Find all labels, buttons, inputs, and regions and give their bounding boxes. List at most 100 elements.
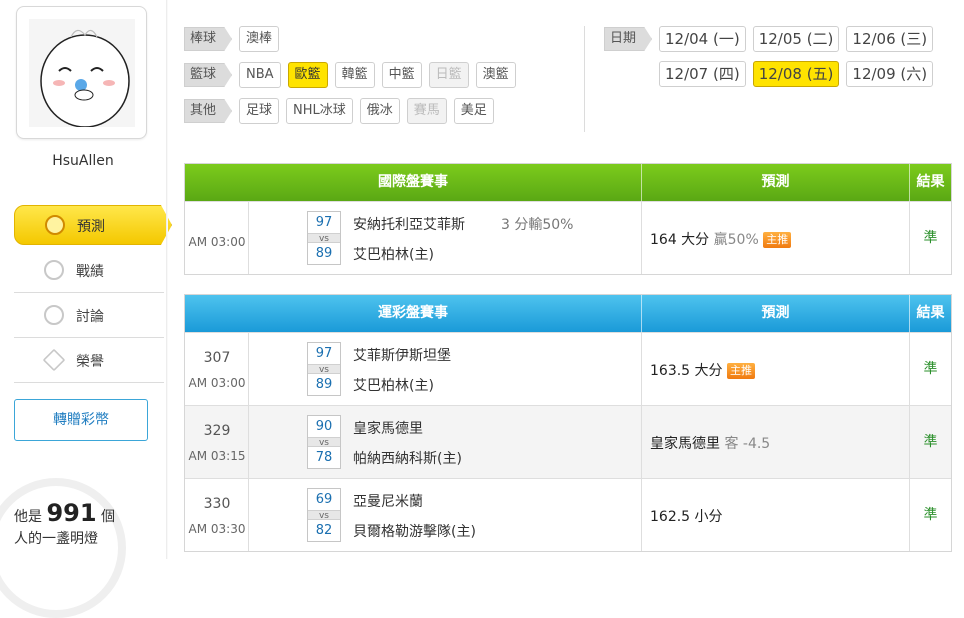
game-time: AM 03:00 [188, 376, 246, 390]
prediction-main: 163.5 大分 [650, 363, 723, 379]
filter-option[interactable]: 俄冰 [359, 98, 400, 124]
prediction-sub: 客 -4.5 [724, 436, 771, 452]
score-away: 97 [315, 215, 333, 230]
date-option[interactable]: 12/04 (一) [659, 26, 746, 52]
score-box: 69 vs 82 [307, 488, 341, 542]
filter-option[interactable]: NHL冰球 [286, 98, 353, 124]
filter-option[interactable]: 足球 [239, 98, 280, 124]
filter-option[interactable]: 澳籃 [475, 62, 516, 88]
table-header: 國際盤賽事 預測 結果 [185, 164, 951, 201]
filter-row-basketball: 籃球 NBA 歐籃 韓籃 中籃 日籃 澳籃 [184, 62, 516, 88]
prediction-sub: 贏50% [713, 232, 759, 248]
game-time: AM 03:30 [188, 522, 246, 536]
header-prediction: 預測 [642, 164, 910, 201]
filter-option[interactable]: 韓籃 [334, 62, 375, 88]
prediction-cell: 163.5 大分 主推 [642, 333, 910, 405]
nav-item-honor[interactable]: 榮譽 [14, 338, 164, 383]
nav-item-predict[interactable]: 預測 [14, 205, 172, 245]
nav-item-record[interactable]: 戰績 [14, 248, 164, 293]
lamp-text: 他是 991 個 人的一盞明燈 [14, 501, 116, 550]
prediction-cell: 162.5 小分 [642, 479, 910, 551]
table-row[interactable]: 330 AM 03:30 69 vs 82 亞曼尼米蘭 貝爾格勒游擊隊(主) 1… [185, 478, 951, 551]
game-number: 329 [203, 423, 231, 439]
prediction-cell: 皇家馬德里 客 -4.5 [642, 406, 910, 478]
filter-row-other: 其他 足球 NHL冰球 俄冰 賽馬 美足 [184, 98, 494, 124]
prediction-main: 162.5 小分 [650, 509, 723, 525]
category-label: 籃球 [184, 63, 232, 87]
star-icon [42, 348, 66, 372]
team-home[interactable]: 貝爾格勒游擊隊(主) [353, 521, 476, 541]
team-home[interactable]: 帕納西納科斯(主) [353, 448, 462, 468]
team-home[interactable]: 艾巴柏林(主) [353, 375, 434, 395]
team-away[interactable]: 亞曼尼米蘭 [353, 491, 423, 511]
main-pick-badge: 主推 [726, 363, 755, 379]
result-cell: 準 [923, 230, 938, 246]
date-row-1: 日期 12/04 (一) 12/05 (二) 12/06 (三) [604, 26, 934, 52]
filter-option-disabled: 賽馬 [406, 98, 447, 124]
time-cell: 330 AM 03:30 [185, 479, 249, 551]
time-cell: AM 03:00 [185, 202, 249, 274]
team-home[interactable]: 艾巴柏林(主) [353, 244, 434, 264]
lamp-prefix: 他是 [14, 509, 42, 525]
category-label: 其他 [184, 99, 232, 123]
vs-label: vs [308, 437, 340, 448]
team-away[interactable]: 艾菲斯伊斯坦堡 [353, 345, 451, 365]
date-option[interactable]: 12/07 (四) [659, 61, 746, 87]
score-box: 97 vs 89 [307, 211, 341, 265]
table-row[interactable]: AM 03:00 97 vs 89 安納托利亞艾菲斯 艾巴柏林(主) 3 分輸5… [185, 201, 951, 274]
header-result: 結果 [916, 305, 945, 321]
header-event: 國際盤賽事 [185, 164, 642, 201]
score-home: 78 [315, 450, 333, 465]
header-result: 結果 [916, 174, 945, 190]
prediction-main: 164 大分 [650, 232, 710, 248]
result-cell: 準 [923, 507, 938, 523]
time-cell: 307 AM 03:00 [185, 333, 249, 405]
prediction-main: 皇家馬德里 [650, 436, 720, 452]
date-option-selected[interactable]: 12/08 (五) [752, 61, 840, 87]
date-label: 日期 [604, 27, 652, 51]
avatar[interactable] [16, 6, 147, 139]
filter-area: 棒球 澳棒 籃球 NBA 歐籃 韓籃 中籃 日籃 澳籃 其他 足球 NHL冰球 … [184, 14, 964, 134]
score-home: 82 [315, 523, 333, 538]
table-row[interactable]: 329 AM 03:15 90 vs 78 皇家馬德里 帕納西納科斯(主) 皇家… [185, 405, 951, 478]
lottery-odds-table: 運彩盤賽事 預測 結果 307 AM 03:00 97 vs 89 艾菲斯伊斯坦… [184, 294, 952, 552]
result-cell: 準 [923, 434, 938, 450]
filter-option-disabled: 日籃 [428, 62, 469, 88]
table-row[interactable]: 307 AM 03:00 97 vs 89 艾菲斯伊斯坦堡 艾巴柏林(主) 16… [185, 332, 951, 405]
header-event: 運彩盤賽事 [185, 295, 642, 332]
filter-option[interactable]: NBA [239, 62, 281, 88]
gift-coin-button[interactable]: 轉贈彩幣 [14, 399, 148, 441]
match-cell: 90 vs 78 皇家馬德里 帕納西納科斯(主) [249, 406, 642, 478]
score-away: 69 [315, 492, 333, 507]
score-box: 97 vs 89 [307, 342, 341, 396]
main-pick-badge: 主推 [763, 232, 792, 248]
date-option[interactable]: 12/06 (三) [846, 26, 934, 52]
table-header: 運彩盤賽事 預測 結果 [185, 295, 951, 332]
team-away[interactable]: 安納托利亞艾菲斯 [353, 214, 465, 234]
lamp-suffix: 個 [101, 509, 116, 525]
score-home: 89 [315, 377, 333, 392]
vs-label: vs [308, 510, 340, 521]
match-cell: 97 vs 89 艾菲斯伊斯坦堡 艾巴柏林(主) [249, 333, 642, 405]
date-option[interactable]: 12/09 (六) [846, 61, 934, 87]
filter-row-baseball: 棒球 澳棒 [184, 26, 280, 52]
filter-option[interactable]: 美足 [453, 98, 494, 124]
score-home: 89 [315, 246, 333, 261]
avatar-image [29, 19, 135, 127]
filter-option-selected[interactable]: 歐籃 [287, 62, 328, 88]
vs-label: vs [308, 233, 340, 244]
time-cell: 329 AM 03:15 [185, 406, 249, 478]
prediction-cell: 164 大分 贏50% 主推 [642, 202, 910, 274]
prediction-text: 164 大分 贏50% 主推 [650, 229, 792, 249]
prediction-text: 皇家馬德里 客 -4.5 [650, 433, 770, 453]
filter-option[interactable]: 澳棒 [239, 26, 280, 52]
game-time: AM 03:15 [188, 449, 246, 463]
filter-option[interactable]: 中籃 [381, 62, 422, 88]
username: HsuAllen [52, 153, 114, 169]
game-number: 307 [203, 350, 231, 366]
category-label: 棒球 [184, 27, 232, 51]
date-option[interactable]: 12/05 (二) [752, 26, 840, 52]
date-row-2: 12/07 (四) 12/08 (五) 12/09 (六) [659, 61, 934, 87]
nav-item-discussion[interactable]: 討論 [14, 293, 164, 338]
team-away[interactable]: 皇家馬德里 [353, 418, 423, 438]
